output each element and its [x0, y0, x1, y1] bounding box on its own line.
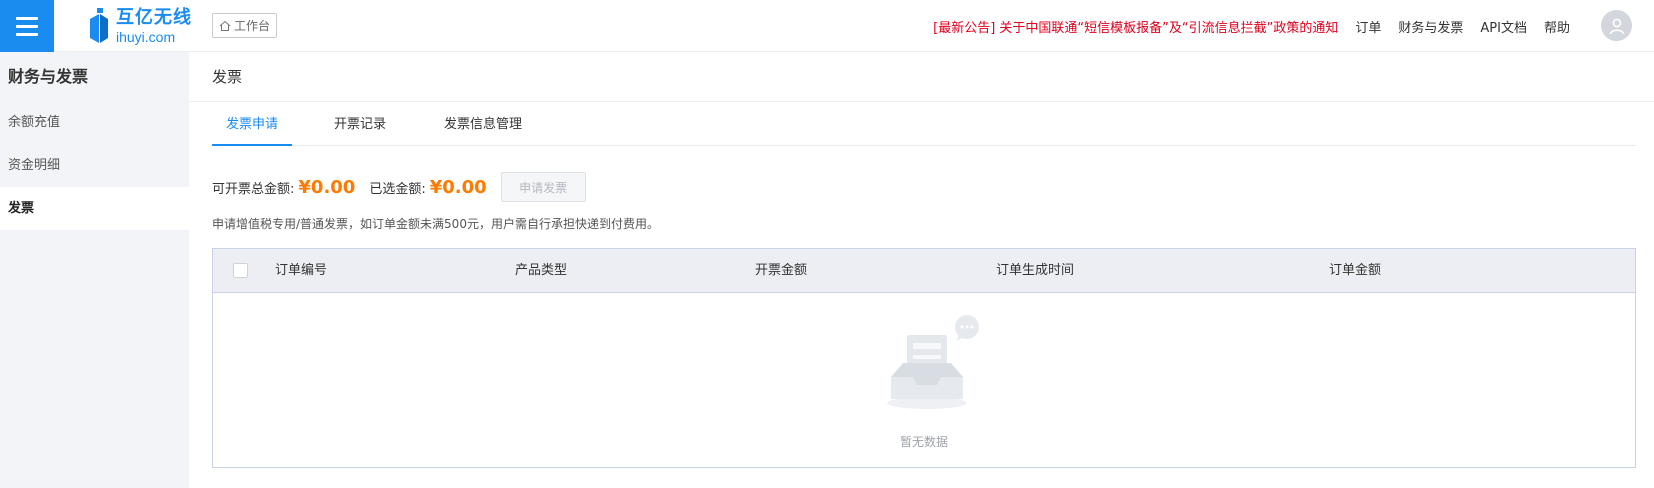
table-header: 订单编号 产品类型 开票金额 订单生成时间 订单金额 [213, 249, 1635, 293]
apply-invoice-button[interactable]: 申请发票 [500, 172, 586, 202]
logo-mark-icon [90, 8, 108, 43]
select-all-checkbox[interactable] [233, 263, 248, 278]
empty-inbox-icon [887, 315, 979, 409]
col-order-amount: 订单金额 [1329, 263, 1382, 278]
selected-amount: ¥0.00 [429, 176, 487, 198]
sidebar: 财务与发票 余额充值 资金明细 发票 [0, 52, 189, 488]
sidebar-title: 财务与发票 [8, 67, 89, 86]
orders-table: 订单编号 产品类型 开票金额 订单生成时间 订单金额 暂无数据 [212, 248, 1636, 468]
top-bar: 互亿无线 ihuyi.com 工作台 [最新公告] 关于中国联通“短信模板报备”… [0, 0, 1654, 52]
invoiceable-amount: ¥0.00 [298, 176, 356, 198]
nav-orders[interactable]: 订单 [1355, 17, 1381, 36]
nav-finance-invoice[interactable]: 财务与发票 [1398, 17, 1463, 36]
top-nav: [最新公告] 关于中国联通“短信模板报备”及“引流信息拦截”政策的通知 订单 财… [933, 0, 1570, 52]
sidebar-item-recharge[interactable]: 余额充值 [0, 101, 189, 144]
invoiceable-label: 可开票总金额: [212, 181, 295, 197]
logo-name-cn: 互亿无线 [116, 6, 192, 28]
tab-invoice-apply[interactable]: 发票申请 [212, 104, 292, 146]
logo[interactable]: 互亿无线 ihuyi.com [88, 6, 192, 46]
invoice-note: 申请增值税专用/普通发票，如订单金额未满500元，用户需自行承担快递到付费用。 [212, 217, 659, 231]
user-avatar-icon[interactable] [1601, 10, 1632, 41]
nav-help[interactable]: 帮助 [1544, 17, 1570, 36]
page-title: 发票 [189, 52, 1654, 102]
selected-label: 已选金额: [369, 181, 426, 197]
logo-name-en: ihuyi.com [116, 28, 176, 45]
hamburger-menu-icon[interactable] [0, 0, 54, 52]
nav-api-docs[interactable]: API文档 [1480, 17, 1527, 36]
tab-invoice-info[interactable]: 发票信息管理 [444, 104, 522, 146]
home-icon [219, 20, 231, 31]
col-invoice-amount: 开票金额 [755, 263, 808, 278]
tab-invoice-records[interactable]: 开票记录 [334, 104, 386, 146]
col-order-created-time: 订单生成时间 [996, 263, 1075, 278]
sidebar-item-invoice[interactable]: 发票 [0, 187, 189, 230]
empty-state: 暂无数据 [213, 293, 1635, 467]
col-order-number: 订单编号 [275, 263, 328, 278]
sidebar-item-fund-details[interactable]: 资金明细 [0, 144, 189, 187]
notice-link[interactable]: [最新公告] 关于中国联通“短信模板报备”及“引流信息拦截”政策的通知 [933, 17, 1338, 36]
main-content: 发票 发票申请 开票记录 发票信息管理 可开票总金额: ¥0.00 已选金额: … [189, 52, 1654, 488]
amount-summary: 可开票总金额: ¥0.00 已选金额: ¥0.00 申请发票 [212, 171, 586, 203]
workbench-label: 工作台 [234, 19, 271, 33]
empty-text: 暂无数据 [899, 435, 948, 449]
tab-bar: 发票申请 开票记录 发票信息管理 [212, 104, 1636, 146]
col-product-type: 产品类型 [515, 263, 568, 278]
workbench-button[interactable]: 工作台 [212, 13, 278, 38]
